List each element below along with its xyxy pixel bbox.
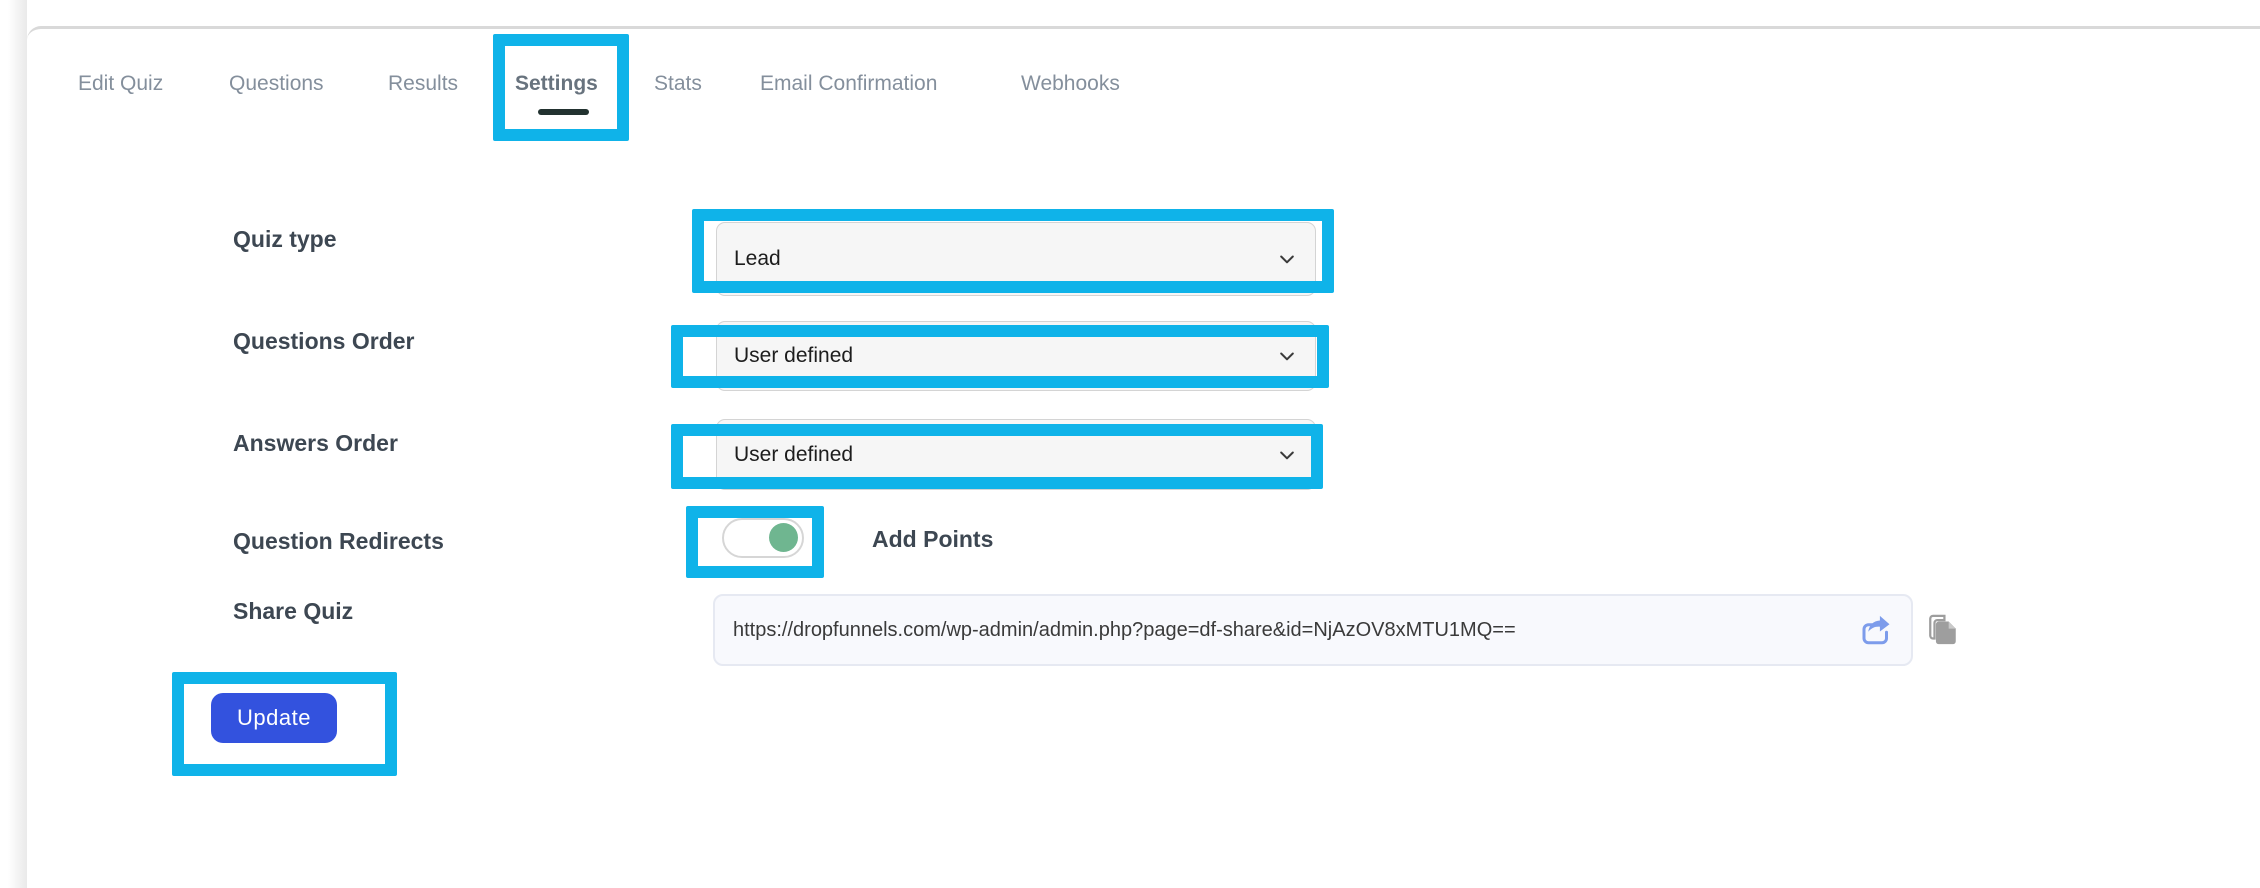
questions-order-select[interactable]: User defined [716, 321, 1316, 391]
share-quiz-label: Share Quiz [233, 598, 354, 624]
tab-email-confirmation[interactable]: Email Confirmation [760, 72, 937, 96]
toggle-knob [769, 523, 798, 552]
chevron-down-icon [1280, 255, 1294, 264]
questions-order-selected-value: User defined [734, 344, 854, 367]
quiz-type-label: Quiz type [233, 226, 337, 252]
tab-stats[interactable]: Stats [654, 72, 702, 96]
tab-webhooks[interactable]: Webhooks [1021, 72, 1120, 96]
share-quiz-url-input[interactable] [713, 594, 1913, 666]
question-redirects-toggle[interactable] [722, 518, 804, 558]
quiz-type-select[interactable]: Lead [716, 222, 1316, 296]
share-icon[interactable] [1858, 612, 1894, 648]
chevron-down-icon [1280, 352, 1294, 361]
answers-order-selected-value: User defined [734, 442, 854, 466]
tab-settings[interactable]: Settings [515, 72, 598, 96]
tab-edit-quiz[interactable]: Edit Quiz [78, 72, 163, 96]
page-left-shadow [0, 0, 27, 888]
chevron-down-icon [1280, 451, 1294, 459]
answers-order-select[interactable]: User defined [716, 419, 1316, 490]
tab-results[interactable]: Results [388, 72, 458, 96]
copy-icon[interactable] [1926, 613, 1960, 647]
update-button[interactable]: Update [211, 693, 337, 743]
tab-questions[interactable]: Questions [229, 72, 324, 96]
active-tab-underline [538, 109, 589, 115]
quiz-settings-page: Edit Quiz Questions Results Settings Sta… [0, 0, 2260, 888]
question-redirects-label: Question Redirects [233, 528, 444, 554]
quiz-type-selected-value: Lead [734, 247, 781, 270]
questions-order-label: Questions Order [233, 328, 415, 354]
add-points-label: Add Points [872, 526, 994, 552]
answers-order-label: Answers Order [233, 430, 398, 456]
